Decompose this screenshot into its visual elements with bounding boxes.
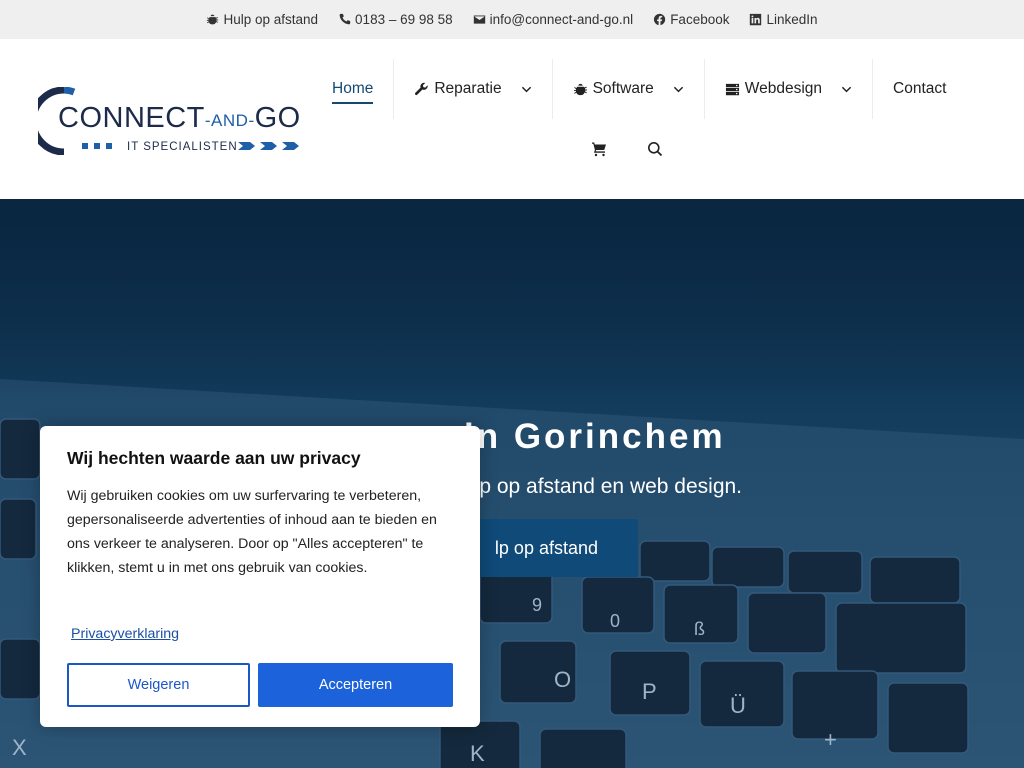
topbar-facebook-label: Facebook bbox=[670, 12, 730, 27]
topbar-remote-help-label: Hulp op afstand bbox=[223, 12, 319, 27]
nav-contact[interactable]: Contact bbox=[873, 59, 966, 119]
nav-home-label: Home bbox=[332, 80, 374, 104]
linkedin-icon bbox=[750, 13, 762, 26]
facebook-icon bbox=[654, 13, 666, 26]
nav-utility bbox=[588, 127, 666, 171]
topbar-linkedin-label: LinkedIn bbox=[766, 12, 818, 27]
svg-text:K: K bbox=[470, 741, 485, 766]
wrench-icon bbox=[415, 82, 429, 95]
deny-cookies-button[interactable]: Weigeren bbox=[67, 663, 250, 707]
logo-tagline: IT SPECIALISTEN bbox=[127, 141, 238, 153]
topbar-phone-link[interactable]: 0183 – 69 98 58 bbox=[338, 12, 453, 27]
cart-icon bbox=[592, 142, 606, 157]
privacy-policy-link[interactable]: Privacyverklaring bbox=[71, 626, 179, 642]
svg-text:CONNECT-AND-GO: CONNECT-AND-GO bbox=[58, 102, 301, 134]
bug-icon bbox=[207, 14, 219, 25]
logo-graphic: CONNECT-AND-GO IT SPECIALISTEN bbox=[29, 86, 301, 156]
svg-text:O: O bbox=[554, 667, 571, 692]
cookie-consent-dialog: Wij hechten waarde aan uw privacy Wij ge… bbox=[40, 426, 480, 727]
accept-cookies-button[interactable]: Accepteren bbox=[258, 663, 453, 707]
svg-text:P: P bbox=[642, 679, 657, 704]
site-logo[interactable]: CONNECT-AND-GO IT SPECIALISTEN bbox=[29, 86, 308, 156]
cookie-title: Wij hechten waarde aan uw privacy bbox=[67, 448, 361, 468]
svg-text:X: X bbox=[12, 735, 27, 760]
nav-software[interactable]: Software bbox=[553, 59, 705, 119]
nav-reparatie-label: Reparatie bbox=[434, 80, 502, 97]
envelope-icon bbox=[473, 15, 485, 24]
topbar-email-link[interactable]: info@connect-and-go.nl bbox=[473, 12, 634, 27]
main-nav: Home Reparatie Software Webdesign Contac… bbox=[312, 59, 966, 119]
logo-word-and: -AND- bbox=[205, 111, 255, 130]
site-header: CONNECT-AND-GO IT SPECIALISTEN Home Repa… bbox=[0, 39, 1024, 199]
nav-webdesign-label: Webdesign bbox=[744, 80, 823, 97]
nav-home[interactable]: Home bbox=[312, 59, 395, 119]
nav-contact-label: Contact bbox=[893, 80, 947, 97]
phone-icon bbox=[339, 13, 351, 25]
search-button[interactable] bbox=[644, 138, 666, 160]
topbar-phone-label: 0183 – 69 98 58 bbox=[355, 12, 453, 27]
topbar-linkedin-link[interactable]: LinkedIn bbox=[749, 12, 818, 27]
svg-text:9: 9 bbox=[532, 595, 542, 615]
logo-word-connect: CONNECT bbox=[58, 102, 205, 134]
chevron-down-icon bbox=[841, 86, 852, 92]
svg-text:Ü: Ü bbox=[730, 693, 746, 718]
nav-reparatie[interactable]: Reparatie bbox=[394, 59, 553, 119]
bug-icon bbox=[573, 83, 587, 95]
top-bar: Hulp op afstand 0183 – 69 98 58 info@con… bbox=[0, 0, 1024, 39]
svg-text:0: 0 bbox=[610, 611, 620, 631]
chevron-down-icon bbox=[521, 86, 531, 92]
topbar-facebook-link[interactable]: Facebook bbox=[653, 12, 729, 27]
nav-software-label: Software bbox=[592, 80, 654, 97]
topbar-email-label: info@connect-and-go.nl bbox=[489, 12, 634, 27]
logo-word-go: GO bbox=[255, 102, 301, 134]
topbar-remote-help-link[interactable]: Hulp op afstand bbox=[206, 12, 318, 27]
server-icon bbox=[725, 83, 739, 95]
cookie-text: Wij gebruiken cookies om uw surfervaring… bbox=[67, 488, 437, 576]
cart-button[interactable] bbox=[588, 138, 610, 160]
svg-text:ß: ß bbox=[694, 619, 705, 639]
chevron-down-icon bbox=[673, 86, 683, 92]
svg-text:+: + bbox=[824, 727, 837, 752]
nav-webdesign[interactable]: Webdesign bbox=[705, 59, 874, 119]
search-icon bbox=[648, 142, 663, 157]
